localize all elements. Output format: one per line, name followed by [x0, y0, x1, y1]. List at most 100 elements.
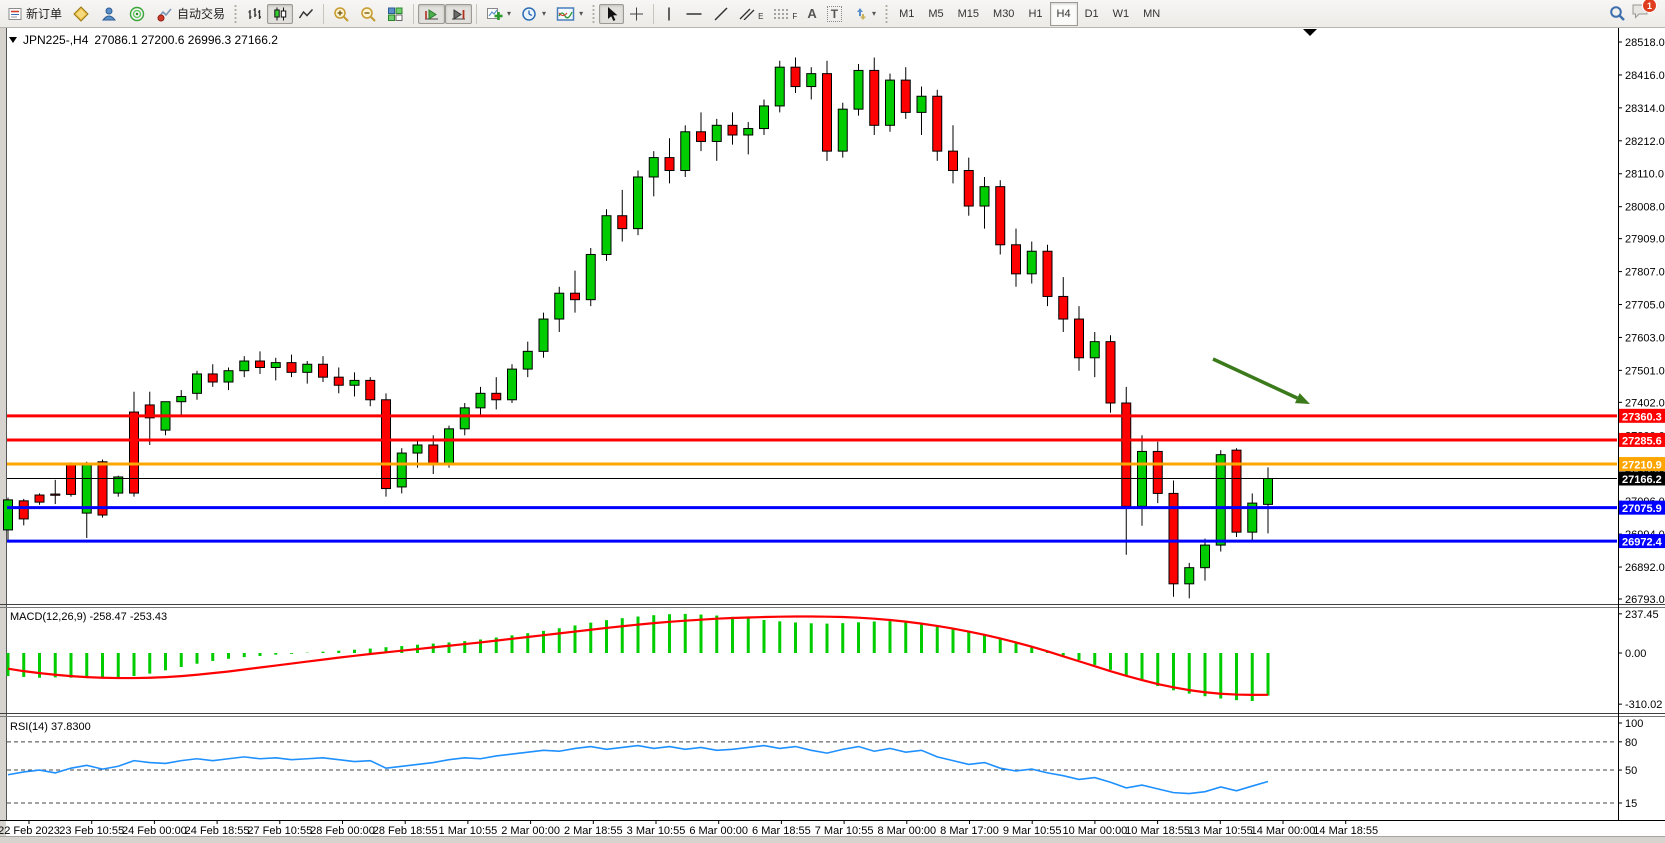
timeframe-button-m1[interactable]: M1 — [892, 2, 921, 26]
candle-body — [760, 106, 769, 129]
label-tool-button[interactable]: T — [822, 4, 847, 24]
timeframe-button-m15[interactable]: M15 — [951, 2, 986, 26]
text-tool-button[interactable]: A — [802, 4, 821, 24]
candlestick-icon — [272, 6, 288, 22]
candlestick-chart-type-button[interactable] — [267, 4, 293, 24]
chart-canvas[interactable]: 28518.028416.028314.028212.028110.028008… — [0, 28, 1665, 836]
candle-body — [697, 132, 706, 142]
indicators-plus-icon — [486, 6, 503, 22]
auto-trading-button[interactable]: 自动交易 — [151, 4, 230, 24]
price-tick-label: 27705.0 — [1625, 300, 1665, 312]
zoom-out-button[interactable] — [355, 4, 382, 24]
tile-windows-button[interactable] — [382, 4, 409, 24]
bar-chart-type-button[interactable] — [241, 4, 267, 24]
timeframe-button-mn[interactable]: MN — [1136, 2, 1167, 26]
candle-body — [476, 393, 485, 408]
trendline-tool-button[interactable] — [708, 4, 734, 24]
zoom-in-button[interactable] — [328, 4, 355, 24]
shapes-tool-button[interactable]: ▾ — [847, 4, 881, 24]
timeframe-button-m5[interactable]: M5 — [921, 2, 950, 26]
crosshair-button[interactable] — [624, 4, 649, 24]
macd-tick-label: 237.45 — [1625, 609, 1659, 621]
new-chart-button[interactable] — [67, 4, 95, 24]
collapse-icon[interactable] — [9, 37, 17, 43]
toolbar-grip2[interactable] — [591, 4, 596, 24]
rsi-pane[interactable] — [7, 716, 1617, 820]
time-tick-label: 24 Feb 18:55 — [185, 825, 250, 836]
chart-shift-button[interactable] — [445, 4, 472, 24]
price-tick-label: 28212.0 — [1625, 136, 1665, 148]
timeframe-button-m30[interactable]: M30 — [986, 2, 1021, 26]
candle-body — [35, 495, 44, 502]
candle-body — [287, 363, 296, 373]
timeframe-button-d1[interactable]: D1 — [1078, 2, 1106, 26]
candle-body — [728, 125, 737, 135]
cursor-button[interactable] — [599, 4, 624, 24]
time-tick-label: 24 Feb 00:00 — [122, 825, 187, 836]
price-label-text: 27285.6 — [1622, 435, 1662, 447]
candle-body — [1059, 296, 1068, 319]
time-tick-label: 10 Mar 00:00 — [1062, 825, 1127, 836]
chart-window[interactable]: 28518.028416.028314.028212.028110.028008… — [0, 28, 1665, 836]
candle-body — [712, 125, 721, 141]
time-tick-label: 8 Mar 00:00 — [877, 825, 936, 836]
channel-tool-button[interactable]: E — [734, 4, 768, 24]
time-tick-label: 27 Feb 10:55 — [247, 825, 312, 836]
indicators-button[interactable]: ▾ — [481, 4, 516, 24]
candle-body — [933, 96, 942, 151]
signal-radar-icon — [128, 6, 146, 22]
rsi-tick-label: 50 — [1625, 765, 1637, 777]
time-tick-label: 2 Mar 00:00 — [501, 825, 560, 836]
candle-body — [886, 80, 895, 125]
toolbar-grip3[interactable] — [884, 4, 889, 24]
horizontal-line-icon — [685, 6, 703, 22]
line-chart-type-button[interactable] — [293, 4, 319, 24]
candle-body — [618, 216, 627, 229]
candle-body — [271, 363, 280, 368]
candle-body — [1232, 450, 1241, 532]
price-label-text: 27075.9 — [1622, 503, 1662, 515]
gold-chart-icon — [72, 6, 90, 22]
toolbar-grip[interactable] — [233, 4, 238, 24]
timeframe-group: M1M5M15M30H1H4D1W1MN — [892, 1, 1167, 27]
time-tick-label: 23 Feb 10:55 — [59, 825, 124, 836]
candle-body — [1185, 568, 1194, 584]
auto-scroll-icon — [423, 6, 440, 22]
auto-scroll-button[interactable] — [418, 4, 445, 24]
candle-body — [445, 429, 454, 465]
crosshair-icon — [629, 6, 644, 22]
macd-pane[interactable] — [7, 607, 1617, 713]
time-tick-label: 22 Feb 2023 — [0, 825, 60, 836]
signals-button[interactable] — [123, 4, 151, 24]
channel-tool-letter: E — [758, 12, 763, 21]
candle-body — [901, 80, 910, 112]
main-price-pane[interactable] — [7, 28, 1617, 604]
time-tick-label: 13 Mar 10:55 — [1188, 825, 1253, 836]
profile-button[interactable] — [95, 4, 123, 24]
macd-label: MACD(12,26,9) -258.47 -253.43 — [10, 611, 167, 623]
horizontal-line-tool-button[interactable] — [680, 4, 708, 24]
new-order-button[interactable]: 新订单 — [2, 4, 67, 24]
fibonacci-tool-button[interactable]: F — [768, 4, 802, 24]
notifications-button[interactable]: 1 — [1631, 2, 1651, 25]
price-tick-label: 27402.0 — [1625, 397, 1665, 409]
candle-body — [350, 380, 359, 385]
timeframe-button-h4[interactable]: H4 — [1050, 2, 1078, 26]
tile-windows-icon — [387, 6, 404, 22]
time-tick-label: 28 Feb 18:55 — [373, 825, 438, 836]
templates-button[interactable]: ▾ — [551, 4, 588, 24]
tools-group: E F A T ▾ — [599, 1, 881, 27]
price-tick-label: 28008.0 — [1625, 202, 1665, 214]
fibo-tool-letter: F — [792, 12, 797, 21]
timeframe-button-h1[interactable]: H1 — [1021, 2, 1049, 26]
periods-button[interactable]: ▾ — [516, 4, 551, 24]
time-tick-label: 10 Mar 18:55 — [1125, 825, 1190, 836]
search-button[interactable] — [1604, 4, 1631, 24]
candle-body — [67, 464, 76, 494]
candle-body — [303, 364, 312, 372]
vertical-line-tool-button[interactable] — [658, 4, 680, 24]
candle-body — [382, 400, 391, 489]
candle-body — [523, 351, 532, 369]
candle-body — [208, 374, 217, 382]
timeframe-button-w1[interactable]: W1 — [1106, 2, 1137, 26]
